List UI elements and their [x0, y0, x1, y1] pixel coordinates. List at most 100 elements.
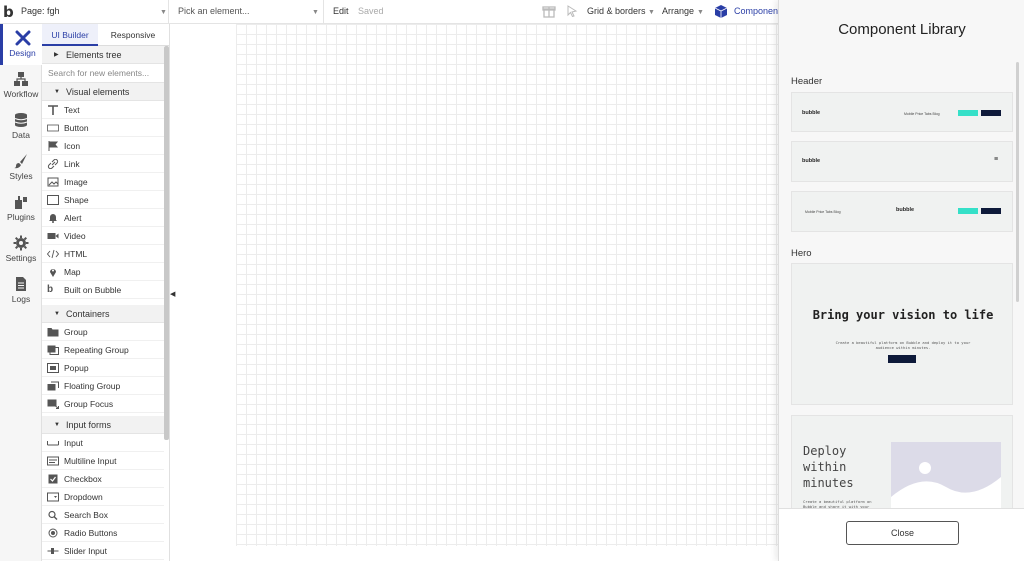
input-forms-section[interactable]: ▼ Input forms	[42, 416, 164, 434]
element-shape[interactable]: Shape	[42, 191, 164, 209]
brand-logo: bubble	[802, 110, 821, 116]
caret-down-icon: ▼	[54, 422, 60, 428]
data-icon	[14, 113, 28, 127]
element-map[interactable]: Map	[42, 263, 164, 281]
cursor-icon[interactable]	[566, 5, 578, 17]
header-component-2[interactable]: bubble ≡	[791, 141, 1013, 182]
element-video[interactable]: Video	[42, 227, 164, 245]
rail-item-styles[interactable]: Styles	[0, 147, 42, 188]
header-component-1[interactable]: bubble Mobile Price Tabs Blog	[791, 92, 1013, 132]
chevron-down-icon[interactable]: ▼	[312, 9, 319, 16]
element-floating-group[interactable]: Floating Group	[42, 377, 164, 395]
panel-scrollbar[interactable]	[164, 46, 169, 440]
page-selector[interactable]: Page: fgh	[21, 6, 167, 16]
element-popup[interactable]: Popup	[42, 359, 164, 377]
element-group[interactable]: Group	[42, 323, 164, 341]
element-multiline-input[interactable]: Multiline Input	[42, 452, 164, 470]
element-label: Image	[64, 177, 88, 187]
element-input[interactable]: Input	[42, 434, 164, 452]
grid-borders-menu[interactable]: Grid & borders	[587, 6, 646, 16]
chevron-down-icon[interactable]: ▼	[697, 9, 704, 16]
video-icon	[47, 233, 59, 239]
floating-group-icon	[47, 381, 59, 391]
search-icon	[48, 510, 58, 520]
gift-icon[interactable]	[542, 4, 556, 18]
element-label: Floating Group	[64, 381, 121, 391]
close-button[interactable]: Close	[846, 521, 959, 545]
bubble-logo[interactable]: b	[3, 3, 14, 21]
bell-icon	[49, 214, 57, 223]
element-html[interactable]: HTML	[42, 245, 164, 263]
section-label: Input forms	[66, 420, 112, 430]
elements-tree-toggle[interactable]: ▶ Elements tree	[42, 46, 164, 64]
group-focus-icon	[47, 399, 59, 409]
element-label: Map	[64, 267, 81, 277]
element-label: Dropdown	[64, 492, 103, 502]
collapse-panel-icon[interactable]: ◀	[170, 290, 175, 298]
rail-item-data[interactable]: Data	[0, 106, 42, 147]
checkbox-icon	[48, 474, 58, 484]
element-search-input[interactable]: Search for new elements...	[42, 64, 164, 83]
settings-icon	[13, 235, 29, 251]
element-icon[interactable]: Icon	[42, 137, 164, 155]
login-button-preview	[958, 110, 978, 116]
element-picker[interactable]: Pick an element...	[178, 6, 250, 16]
rail-label: Workflow	[3, 89, 39, 99]
design-canvas[interactable]	[236, 24, 778, 546]
visual-elements-section[interactable]: ▼ Visual elements	[42, 83, 164, 101]
hero-component-1[interactable]: Bring your vision to life Create a beaut…	[791, 263, 1013, 405]
containers-section[interactable]: ▼ Containers	[42, 305, 164, 323]
element-checkbox[interactable]: Checkbox	[42, 470, 164, 488]
cube-icon[interactable]	[714, 4, 728, 19]
element-label: Alert	[64, 213, 82, 223]
hero-component-2[interactable]: Deploy within minutes Create a beautiful…	[791, 415, 1013, 510]
input-icon	[47, 441, 59, 446]
element-link[interactable]: Link	[42, 155, 164, 173]
arrange-menu[interactable]: Arrange	[662, 6, 694, 16]
hero-subtitle: Create a beautiful platform on Bubble an…	[835, 340, 971, 350]
element-label: Shape	[64, 195, 89, 205]
element-dropdown[interactable]: Dropdown	[42, 488, 164, 506]
left-nav-rail: Design Workflow Data Styles Plugins Sett…	[0, 24, 42, 561]
library-scrollbar[interactable]	[1016, 62, 1019, 302]
logs-icon	[16, 277, 26, 291]
element-text[interactable]: Text	[42, 101, 164, 119]
rail-item-settings[interactable]: Settings	[0, 229, 42, 270]
workflow-icon	[14, 72, 28, 86]
section-label: Visual elements	[66, 87, 130, 97]
element-built-on-bubble[interactable]: b Built on Bubble	[42, 281, 164, 299]
element-repeating-group[interactable]: Repeating Group	[42, 341, 164, 359]
element-label: Radio Buttons	[64, 528, 118, 538]
library-footer: Close	[779, 508, 1024, 561]
rail-label: Design	[9, 48, 36, 58]
design-icon	[15, 30, 30, 46]
header-component-3[interactable]: Mobile Price Tabs Blog bubble	[791, 191, 1013, 232]
section-label: Elements tree	[66, 50, 122, 60]
element-label: HTML	[64, 249, 88, 259]
nav-links: Mobile Price Tabs Blog	[904, 112, 940, 116]
chevron-down-icon[interactable]: ▼	[160, 9, 167, 16]
element-search-box[interactable]: Search Box	[42, 506, 164, 524]
slider-icon	[47, 548, 59, 554]
brand-logo: bubble	[802, 158, 821, 164]
rail-item-plugins[interactable]: Plugins	[0, 188, 42, 229]
element-image[interactable]: Image	[42, 173, 164, 191]
styles-icon	[14, 154, 27, 169]
edit-button[interactable]: Edit	[333, 6, 349, 16]
element-alert[interactable]: Alert	[42, 209, 164, 227]
rail-item-design[interactable]: Design	[0, 24, 42, 65]
text-icon	[48, 105, 58, 115]
tab-ui-builder[interactable]: UI Builder	[42, 24, 98, 46]
shape-icon	[47, 195, 59, 205]
element-radio-buttons[interactable]: Radio Buttons	[42, 524, 164, 542]
tab-responsive[interactable]: Responsive	[98, 24, 168, 46]
rail-label: Settings	[5, 253, 37, 263]
element-button[interactable]: Button	[42, 119, 164, 137]
element-slider-input[interactable]: Slider Input	[42, 542, 164, 560]
login-button-preview	[958, 208, 978, 214]
element-group-focus[interactable]: Group Focus	[42, 395, 164, 413]
rail-item-logs[interactable]: Logs	[0, 270, 42, 311]
element-label: Built on Bubble	[64, 285, 122, 295]
chevron-down-icon[interactable]: ▼	[648, 9, 655, 16]
rail-item-workflow[interactable]: Workflow	[0, 65, 42, 106]
